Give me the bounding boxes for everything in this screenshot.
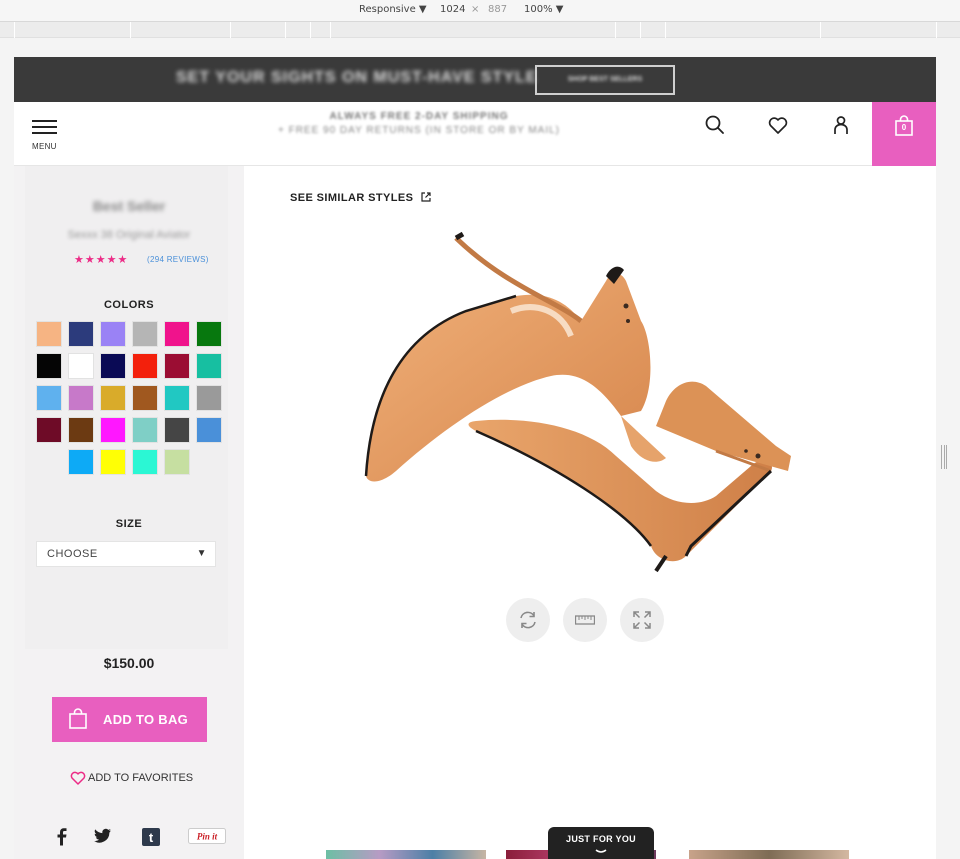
bag-count: 0 [901, 123, 907, 132]
color-swatch[interactable] [68, 353, 94, 379]
device-mode-label: Responsive [359, 4, 416, 15]
site-header: MENU ALWAYS FREE 2-DAY SHIPPING + FREE 9… [14, 102, 936, 166]
see-similar-label: SEE SIMILAR STYLES [290, 192, 414, 204]
color-swatch[interactable] [132, 321, 158, 347]
promo-banner: SET YOUR SIGHTS ON MUST-HAVE STYLE SHOP … [14, 57, 936, 102]
color-swatch[interactable] [100, 353, 126, 379]
add-to-bag-button[interactable]: ADD TO BAG [52, 697, 207, 742]
product-sidebar: Best Seller Sexxx 38 Original Aviator ★★… [14, 166, 244, 859]
color-swatch[interactable] [68, 321, 94, 347]
ruler-icon [575, 615, 595, 625]
size-label: SIZE [115, 518, 143, 530]
product-name: Sexxx 38 Original Aviator [67, 229, 191, 241]
media-query-ruler [0, 22, 960, 38]
viewport-resize-handle[interactable] [941, 445, 947, 469]
twitter-icon[interactable] [94, 828, 112, 849]
svg-text:Pin it: Pin it [197, 832, 218, 842]
page-viewport: SET YOUR SIGHTS ON MUST-HAVE STYLE SHOP … [14, 57, 936, 859]
size-select[interactable]: CHOOSE ▼ [36, 541, 216, 567]
bag-button[interactable]: 0 [872, 102, 936, 166]
rating-stars: ★★★★★ [74, 254, 129, 266]
shop-best-sellers-button[interactable]: SHOP BEST SELLERS [535, 65, 675, 95]
chevron-up-icon [595, 849, 607, 853]
size-select-value: CHOOSE [47, 548, 98, 560]
just-for-you-tab[interactable]: JUST FOR YOU [548, 827, 654, 859]
device-mode-select[interactable]: Responsive ▼ [359, 4, 427, 15]
color-swatch[interactable] [36, 417, 62, 443]
times-sign: × [471, 4, 480, 15]
color-swatch[interactable] [68, 385, 94, 411]
color-swatch[interactable] [68, 417, 94, 443]
product-image[interactable] [356, 226, 816, 576]
account-icon[interactable] [829, 113, 853, 137]
viewport-width[interactable]: 1024 [440, 4, 465, 15]
color-swatch[interactable] [132, 449, 158, 475]
search-icon[interactable] [703, 113, 727, 137]
color-swatch[interactable] [132, 417, 158, 443]
thumbnail[interactable] [689, 850, 849, 859]
promo-text: SET YOUR SIGHTS ON MUST-HAVE STYLE [176, 69, 538, 86]
color-swatch[interactable] [196, 417, 222, 443]
reviews-link[interactable]: (294 REVIEWS) [147, 255, 209, 264]
color-swatch[interactable] [164, 449, 190, 475]
just-for-you-label: JUST FOR YOU [566, 834, 636, 844]
color-swatch[interactable] [164, 417, 190, 443]
viewport-height[interactable]: 887 [488, 4, 507, 15]
external-link-icon [421, 192, 431, 202]
color-swatch[interactable] [36, 385, 62, 411]
caret-down-icon: ▼ [196, 548, 207, 559]
svg-text:t: t [149, 830, 154, 845]
bag-icon [69, 708, 87, 729]
color-swatch[interactable] [36, 353, 62, 379]
see-similar-styles-link[interactable]: SEE SIMILAR STYLES [290, 192, 431, 204]
color-swatch[interactable] [164, 321, 190, 347]
facebook-icon[interactable] [56, 828, 68, 851]
expand-icon [633, 611, 651, 629]
zoom-label: 100% [524, 4, 553, 15]
color-swatch[interactable] [132, 385, 158, 411]
color-swatch[interactable] [68, 449, 94, 475]
devtools-device-bar: Responsive ▼ 1024 × 887 100% ▼ [0, 0, 960, 22]
rotate-view-button[interactable] [506, 598, 550, 642]
fullscreen-button[interactable] [620, 598, 664, 642]
size-guide-button[interactable] [563, 598, 607, 642]
tumblr-icon[interactable]: t [142, 828, 160, 851]
menu-label: MENU [32, 142, 57, 151]
color-swatch[interactable] [164, 385, 190, 411]
add-to-bag-label: ADD TO BAG [103, 712, 189, 727]
color-swatch[interactable] [36, 321, 62, 347]
shipping-line-2: + FREE 90 DAY RETURNS (IN STORE OR BY MA… [277, 125, 561, 136]
zoom-select[interactable]: 100% ▼ [524, 4, 563, 15]
heart-icon[interactable] [766, 113, 790, 137]
color-swatch[interactable] [100, 417, 126, 443]
pinterest-icon[interactable]: Pin it [188, 828, 226, 849]
color-swatch[interactable] [196, 321, 222, 347]
product-gallery: SEE SIMILAR STYLES JUST FOR YOU [244, 166, 936, 859]
shipping-line-1: ALWAYS FREE 2-DAY SHIPPING [329, 111, 509, 122]
color-swatch[interactable] [196, 385, 222, 411]
menu-button[interactable]: MENU [32, 120, 60, 154]
product-price: $150.00 [103, 655, 155, 671]
shipping-message: ALWAYS FREE 2-DAY SHIPPING + FREE 90 DAY… [269, 110, 569, 138]
color-swatch[interactable] [100, 321, 126, 347]
thumbnail[interactable] [326, 850, 486, 859]
color-swatch[interactable] [164, 353, 190, 379]
colors-label: COLORS [103, 299, 155, 311]
heart-icon [70, 771, 86, 785]
color-swatch[interactable] [132, 353, 158, 379]
color-swatch[interactable] [100, 385, 126, 411]
rotate-icon [520, 611, 536, 629]
product-brand: Best Seller [92, 198, 166, 214]
color-swatch[interactable] [100, 449, 126, 475]
color-swatch[interactable] [196, 353, 222, 379]
add-to-favorites-label: ADD TO FAVORITES [88, 772, 194, 784]
